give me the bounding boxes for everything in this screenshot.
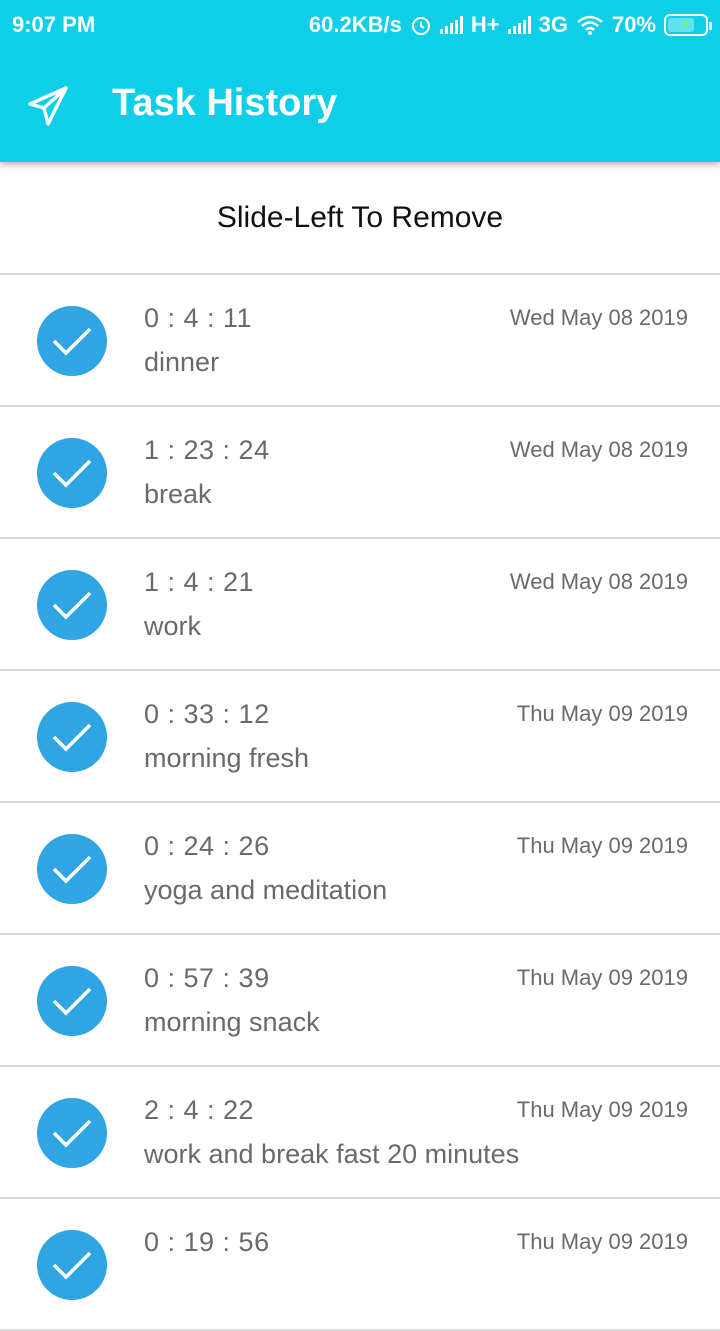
wifi-icon [577,15,603,35]
network-type-1: H+ [470,12,500,37]
task-duration: 2 : 4 : 22 [144,1095,255,1125]
task-date: Thu May 09 2019 [516,1229,688,1254]
task-name: morning fresh [144,743,310,773]
network-speed: 60.2KB/s [308,12,402,37]
status-icons: 60.2KB/s H+ 3G 70% ⚡ [308,12,712,38]
task-name: dinner [144,347,220,377]
check-circle-icon [37,570,107,640]
app-bar: 9:07 PM 60.2KB/s H+ 3G 70% ⚡ Task Histor… [0,0,720,162]
check-circle-icon [37,1230,107,1300]
task-name: work and break fast 20 minutes [144,1139,520,1169]
task-row[interactable]: 0 : 24 : 26 yoga and meditation Thu May … [0,803,720,935]
task-row[interactable]: 0 : 4 : 11 dinner Wed May 08 2019 [0,275,720,407]
task-date: Thu May 09 2019 [516,833,688,858]
task-date: Wed May 08 2019 [509,569,688,594]
task-date: Thu May 09 2019 [516,701,688,726]
signal-icon [439,16,463,34]
check-circle-icon [37,1098,107,1168]
task-row[interactable]: 0 : 33 : 12 morning fresh Thu May 09 201… [0,671,720,803]
signal-icon-2 [507,16,531,34]
check-circle-icon [37,966,107,1036]
task-duration: 1 : 23 : 24 [144,435,270,465]
check-circle-icon [37,702,107,772]
task-duration: 1 : 4 : 21 [144,567,255,597]
task-row[interactable]: 0 : 19 : 56 Thu May 09 2019 [0,1199,720,1331]
task-row[interactable]: 1 : 23 : 24 break Wed May 08 2019 [0,407,720,539]
check-circle-icon [37,306,107,376]
task-name: break [144,479,212,509]
task-date: Thu May 09 2019 [516,965,688,990]
battery-icon: ⚡ [664,14,712,36]
task-name: work [144,611,202,641]
paper-plane-icon[interactable] [26,84,70,128]
task-duration: 0 : 33 : 12 [144,699,270,729]
swipe-hint: Slide-Left To Remove [0,162,720,275]
task-duration: 0 : 19 : 56 [144,1227,270,1257]
task-date: Wed May 08 2019 [509,305,688,330]
battery-percent: 70% [611,12,656,37]
alarm-icon [411,17,430,35]
network-type-2: 3G [538,12,568,37]
check-circle-icon [37,438,107,508]
task-date: Thu May 09 2019 [516,1097,688,1122]
task-duration: 0 : 4 : 11 [144,303,253,333]
status-bar: 9:07 PM 60.2KB/s H+ 3G 70% ⚡ [0,0,720,52]
check-circle-icon [37,834,107,904]
task-date: Wed May 08 2019 [509,437,688,462]
page-title: Task History [112,82,338,124]
task-name: morning snack [144,1007,320,1037]
task-duration: 0 : 24 : 26 [144,831,270,861]
task-row[interactable]: 1 : 4 : 21 work Wed May 08 2019 [0,539,720,671]
task-row[interactable]: 2 : 4 : 22 work and break fast 20 minute… [0,1067,720,1199]
task-list: 0 : 4 : 11 dinner Wed May 08 2019 1 : 23… [0,275,720,1331]
task-name: yoga and meditation [144,875,388,905]
task-row[interactable]: 0 : 57 : 39 morning snack Thu May 09 201… [0,935,720,1067]
status-time: 9:07 PM [12,12,96,37]
task-duration: 0 : 57 : 39 [144,963,270,993]
